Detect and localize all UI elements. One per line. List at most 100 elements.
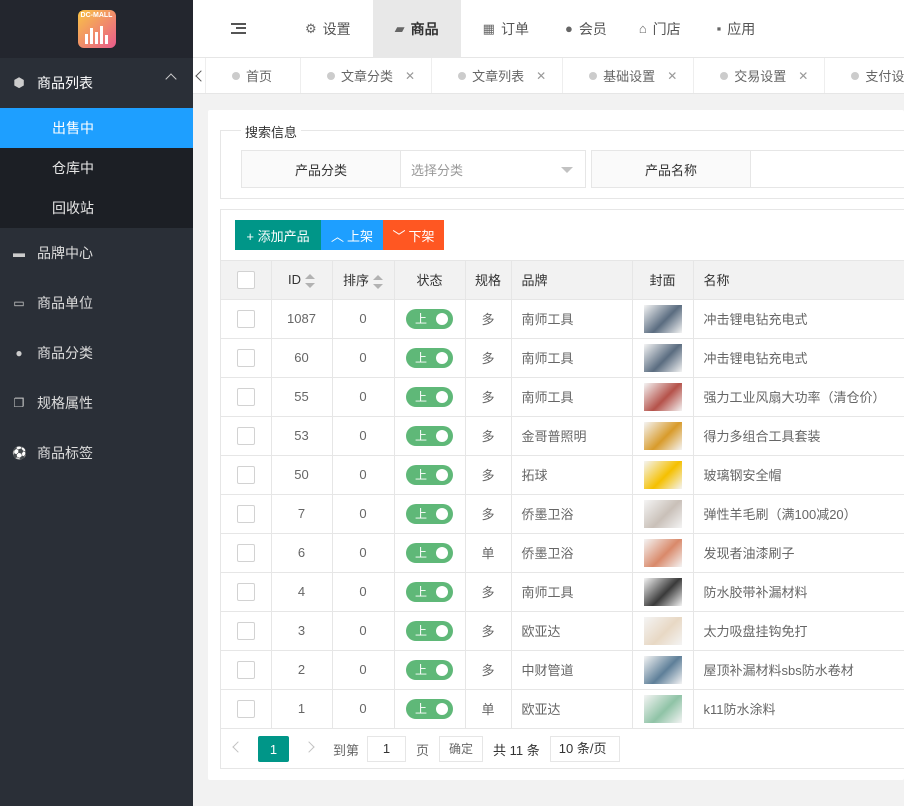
- cell-spec: 多: [465, 299, 512, 339]
- row-checkbox[interactable]: [236, 426, 255, 445]
- page-tab-payment-settings[interactable]: 支付设: [825, 58, 904, 93]
- cell-spec: 多: [465, 611, 512, 651]
- top-tab-label: 应用: [727, 20, 756, 37]
- cell-spec: 多: [465, 416, 512, 456]
- top-tab-stores[interactable]: ⌂ 门店: [621, 0, 699, 58]
- page-tab-article-list[interactable]: 文章列表 ✕: [432, 58, 564, 93]
- page-tab-basic-settings[interactable]: 基础设置 ✕: [563, 58, 695, 93]
- product-thumbnail[interactable]: [643, 616, 682, 645]
- product-thumbnail[interactable]: [643, 577, 682, 606]
- category-select[interactable]: 选择分类: [400, 150, 586, 188]
- row-select-cell: [221, 494, 272, 534]
- sidebar-item-tag[interactable]: ⚽ 商品标签: [0, 428, 193, 478]
- current-page[interactable]: 1: [258, 736, 289, 762]
- table-row: 2 0 上 多中财管道 屋顶补漏材料sbs防水卷材: [221, 650, 904, 690]
- product-thumbnail[interactable]: [643, 460, 682, 489]
- status-switch[interactable]: 上: [406, 581, 453, 602]
- close-icon[interactable]: ✕: [798, 69, 808, 83]
- sidebar-item-unit[interactable]: ▭ 商品单位: [0, 278, 193, 328]
- product-thumbnail[interactable]: [643, 694, 682, 723]
- sidebar-item-category[interactable]: ● 商品分类: [0, 328, 193, 378]
- top-tab-settings[interactable]: ⚙ 设置: [283, 0, 373, 58]
- product-name-input[interactable]: [750, 150, 904, 188]
- sidebar-group-product-list[interactable]: ⬢ 商品列表: [0, 58, 193, 108]
- product-table: ID 排序 状态 规格 品牌 封面 名称 1087 0 上多南师工具 冲击锂电钻充电式…: [221, 261, 904, 729]
- goto-page-input[interactable]: 1: [367, 736, 407, 762]
- product-thumbnail[interactable]: [643, 655, 682, 684]
- row-checkbox[interactable]: [236, 543, 255, 562]
- goto-confirm-button[interactable]: 确定: [439, 736, 484, 762]
- sidebar-group-label: 商品列表: [37, 75, 93, 91]
- cell-cover: [632, 299, 694, 339]
- status-switch[interactable]: 上: [406, 659, 453, 680]
- status-switch-label: 上: [415, 662, 428, 677]
- product-thumbnail[interactable]: [643, 421, 682, 450]
- status-switch[interactable]: 上: [406, 308, 453, 329]
- top-tab-orders[interactable]: ▦ 订单: [461, 0, 551, 58]
- delist-product-button[interactable]: ﹀ 下架: [383, 220, 444, 250]
- row-checkbox[interactable]: [236, 387, 255, 406]
- column-header-sort[interactable]: 排序: [332, 261, 395, 300]
- sidebar-subitem-on-sale[interactable]: 出售中: [0, 108, 193, 148]
- page-size-select[interactable]: 10 条/页: [549, 736, 620, 762]
- cell-status: 上: [394, 377, 466, 417]
- sidebar-subitem-recycle[interactable]: 回收站: [0, 188, 193, 228]
- row-checkbox[interactable]: [236, 348, 255, 367]
- top-tab-products[interactable]: ▰ 商品: [372, 0, 461, 58]
- sidebar-subitem-warehouse[interactable]: 仓库中: [0, 148, 193, 188]
- status-switch-label: 上: [415, 506, 428, 521]
- status-switch[interactable]: 上: [406, 698, 453, 719]
- tabs-scroll-left-button[interactable]: [193, 58, 207, 93]
- page-tab-trade-settings[interactable]: 交易设置 ✕: [694, 58, 826, 93]
- table-row: 4 0 上 多南师工具 防水胶带补漏材料: [221, 572, 904, 612]
- top-tab-apps[interactable]: ▪ 应用: [699, 0, 774, 58]
- sidebar-item-spec[interactable]: ❐ 规格属性: [0, 378, 193, 428]
- status-switch[interactable]: 上: [406, 542, 453, 563]
- status-switch[interactable]: 上: [406, 386, 453, 407]
- top-tab-members[interactable]: ● 会员: [551, 0, 621, 58]
- cell-id: 3: [271, 611, 333, 651]
- page-tab-article-category[interactable]: 文章分类 ✕: [301, 58, 433, 93]
- row-checkbox[interactable]: [236, 621, 255, 640]
- sidebar-item-brand[interactable]: ▬ 品牌中心: [0, 228, 193, 278]
- switch-knob: [436, 390, 448, 403]
- row-checkbox[interactable]: [236, 309, 255, 328]
- product-thumbnail[interactable]: [643, 538, 682, 567]
- status-switch-label: 上: [415, 350, 428, 365]
- status-switch-label: 上: [415, 701, 428, 716]
- status-switch[interactable]: 上: [406, 503, 453, 524]
- row-checkbox[interactable]: [236, 660, 255, 679]
- prev-page-button[interactable]: [230, 741, 244, 755]
- close-icon[interactable]: ✕: [667, 69, 677, 83]
- sort-icon[interactable]: [305, 273, 315, 288]
- page-unit-label: 页: [416, 742, 430, 758]
- status-switch[interactable]: 上: [406, 347, 453, 368]
- sort-icon[interactable]: [373, 274, 383, 289]
- status-switch[interactable]: 上: [406, 425, 453, 446]
- cell-spec: 单: [465, 689, 512, 729]
- status-switch[interactable]: 上: [406, 620, 453, 641]
- row-select-cell: [221, 299, 272, 339]
- status-switch[interactable]: 上: [406, 464, 453, 485]
- row-checkbox[interactable]: [236, 504, 255, 523]
- list-product-button[interactable]: ︿ 上架: [321, 220, 383, 250]
- next-page-button[interactable]: [303, 741, 317, 755]
- page-tab-home[interactable]: 首页: [206, 58, 302, 93]
- table-row: 7 0 上 多侨墨卫浴 弹性羊毛刷（满100减20）: [221, 494, 904, 534]
- row-checkbox[interactable]: [236, 699, 255, 718]
- row-checkbox[interactable]: [236, 465, 255, 484]
- product-thumbnail[interactable]: [643, 304, 682, 333]
- cell-name: 冲击锂电钻充电式: [693, 299, 904, 339]
- column-header-id[interactable]: ID: [271, 261, 333, 300]
- product-thumbnail[interactable]: [643, 343, 682, 372]
- caret-down-icon: [561, 167, 573, 173]
- close-icon[interactable]: ✕: [536, 69, 546, 83]
- collapse-sidebar-button[interactable]: [193, 0, 283, 58]
- select-all-checkbox[interactable]: [236, 270, 255, 289]
- row-checkbox[interactable]: [236, 582, 255, 601]
- close-icon[interactable]: ✕: [405, 69, 415, 83]
- sidebar-item-label: 商品标签: [37, 445, 93, 461]
- add-product-button[interactable]: + 添加产品: [235, 220, 321, 250]
- product-thumbnail[interactable]: [643, 499, 682, 528]
- product-thumbnail[interactable]: [643, 382, 682, 411]
